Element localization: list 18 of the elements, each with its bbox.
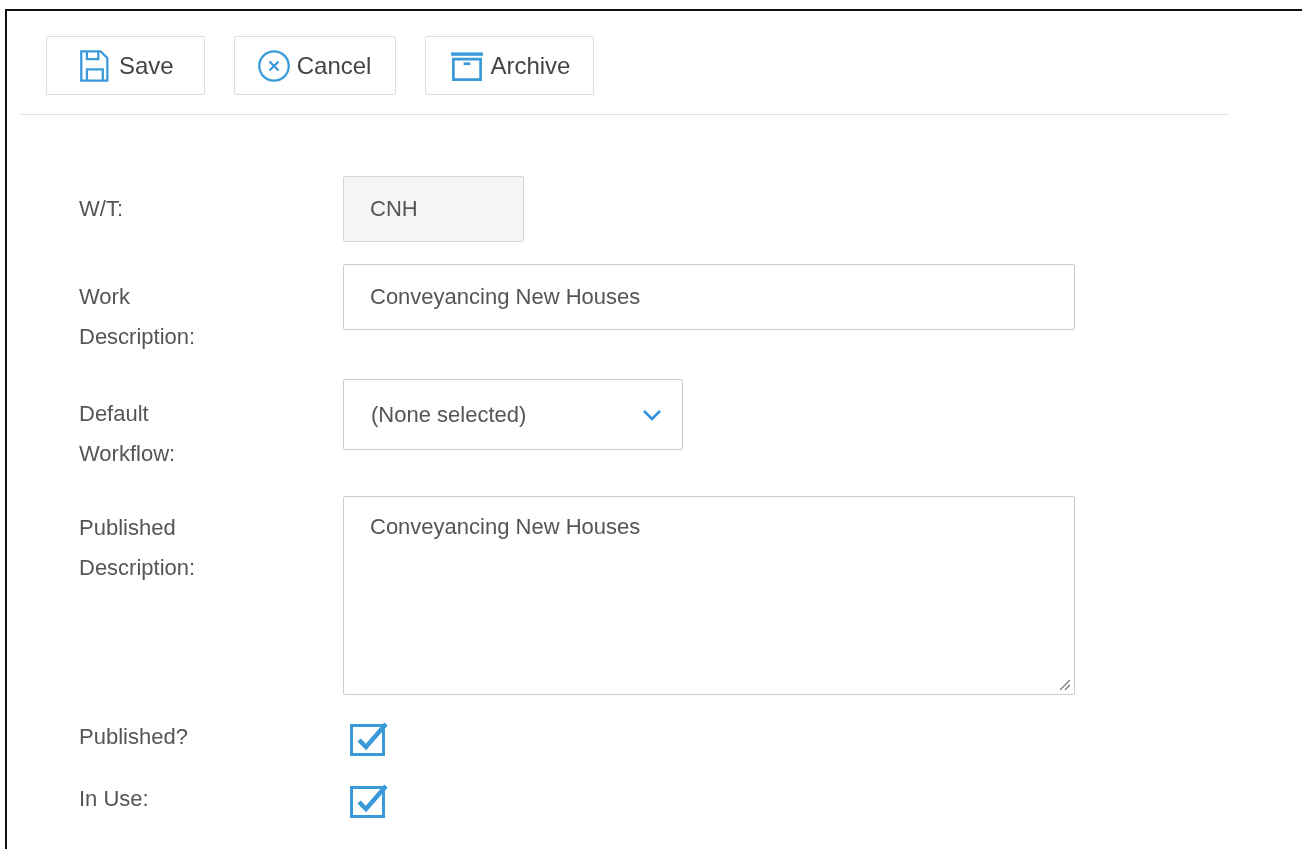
resize-grip-icon[interactable] — [1059, 679, 1071, 691]
dropdown[interactable]: (None selected) — [343, 379, 683, 450]
checkbox[interactable] — [350, 720, 388, 756]
field-label: Published? — [79, 723, 189, 751]
text-area[interactable]: Conveyancing New Houses — [343, 496, 1075, 695]
field-label: Published Description: — [79, 514, 197, 582]
save-button[interactable]: Save — [46, 36, 205, 95]
code-field: CNH — [343, 176, 524, 242]
input-field[interactable]: Conveyancing New Houses — [343, 264, 1075, 330]
archive-button[interactable]: Archive — [425, 36, 595, 95]
checkbox[interactable] — [350, 782, 388, 818]
field-label: Default Workflow: — [79, 400, 177, 468]
cancel-button[interactable]: Cancel — [233, 36, 397, 95]
cancel-icon — [256, 48, 291, 83]
field-label: Work Description: — [79, 283, 197, 351]
field-label: W/T: — [79, 195, 124, 223]
field-label: In Use: — [79, 785, 150, 813]
chevron-down-icon — [642, 408, 662, 421]
